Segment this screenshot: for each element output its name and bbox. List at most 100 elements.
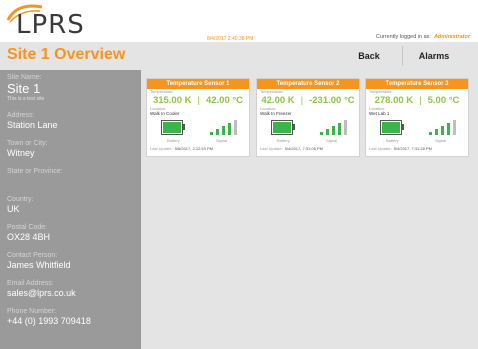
signal-strength-icon — [320, 120, 347, 135]
signal-strength-icon — [429, 120, 456, 135]
temperature-kelvin: 42.00 K — [261, 94, 295, 106]
signal-bar-5 — [453, 120, 456, 135]
contact-field: Contact Person: James Whitfield — [7, 252, 141, 271]
battery-caption: Battery — [277, 138, 290, 143]
sensor-card[interactable]: Temperature Sensor 2 Temperature: 42.00 … — [256, 78, 360, 157]
location-value: Walk In Cooler — [150, 111, 180, 116]
last-update-value: 5/8/2017, 2:12:53 PM — [174, 146, 213, 151]
last-update: Last Update: 5/8/2017, 2:12:53 PM — [147, 146, 249, 151]
temperature-readout: 315.00 K | 42.00 °C — [147, 94, 249, 106]
phone-label: Phone Number: — [7, 308, 57, 315]
battery-tip — [183, 124, 185, 130]
email-field: Email Address: sales@lprs.co.uk — [7, 280, 141, 299]
site-name-value: Site 1 — [7, 81, 41, 96]
site-description: This is a test site — [7, 96, 45, 102]
state-field: State or Province: — [7, 168, 141, 187]
last-update-label: Last Update: — [260, 146, 283, 151]
last-update-value: 5/4/2017, 7:31:06 PM — [284, 146, 323, 151]
sensor-card[interactable]: Temperature Sensor 1 Temperature: 315.00… — [146, 78, 250, 157]
signal-bar-2 — [216, 129, 219, 135]
postal-value: OX28 4BH — [7, 232, 51, 242]
battery-caption: Battery — [386, 138, 399, 143]
temperature-kelvin: 315.00 K — [152, 94, 192, 106]
status-icons — [147, 118, 249, 138]
last-update: Last Update: 5/4/2017, 7:31:06 PM — [257, 146, 359, 151]
current-user[interactable]: Administrator — [434, 34, 470, 40]
phone-value: +44 (0) 1993 709418 — [7, 316, 91, 326]
address-label: Address: — [7, 112, 35, 119]
battery-icon — [271, 120, 293, 135]
last-update: Last Update: 5/4/2017, 7:31:28 PM — [366, 146, 468, 151]
signal-bar-1 — [320, 132, 323, 135]
signal-strength-icon — [210, 120, 237, 135]
signal-caption: Signal — [326, 138, 338, 143]
login-status: Currently logged in as: Administrator — [376, 34, 470, 40]
signal-bar-2 — [435, 129, 438, 135]
email-label: Email Address: — [7, 280, 54, 287]
status-captions: Battery Signal — [366, 138, 468, 144]
address-field: Address: Station Lane — [7, 112, 141, 131]
login-status-label: Currently logged in as: — [375, 34, 431, 40]
location-value: Wet Lab 1 — [369, 111, 390, 116]
sensor-title: Temperature Sensor 1 — [147, 79, 249, 89]
last-update-label: Last Update: — [150, 146, 173, 151]
signal-bar-4 — [338, 123, 341, 135]
sensor-title: Temperature Sensor 2 — [257, 79, 359, 89]
title-bar: Site 1 Overview Back Alarms — [0, 42, 478, 70]
signal-bar-3 — [332, 126, 335, 135]
temperature-readout: 278.00 K | 5.00 °C — [366, 94, 468, 106]
lprs-logo: LPRS — [6, 4, 96, 40]
nav-divider — [402, 46, 403, 66]
site-name-field: Site Name: Site 1 This is a test site — [7, 74, 141, 103]
signal-bar-2 — [326, 129, 329, 135]
signal-bar-5 — [234, 120, 237, 135]
contact-value: James Whitfield — [7, 260, 71, 270]
last-update-value: 5/4/2017, 7:31:28 PM — [393, 146, 432, 151]
phone-field: Phone Number: +44 (0) 1993 709418 — [7, 308, 141, 327]
temperature-separator: | — [197, 94, 200, 106]
location-value: Walk In Freezer — [260, 111, 292, 116]
sensor-card[interactable]: Temperature Sensor 3 Temperature: 278.00… — [365, 78, 469, 157]
battery-level-fill — [163, 122, 181, 133]
battery-icon — [380, 120, 402, 135]
site-details-panel: Site Name: Site 1 This is a test site Ad… — [0, 70, 141, 349]
country-label: Country: — [7, 196, 34, 203]
battery-tip — [293, 124, 295, 130]
signal-bar-5 — [344, 120, 347, 135]
battery-level-fill — [382, 122, 400, 133]
battery-level-fill — [273, 122, 291, 133]
temperature-readout: 42.00 K | -231.00 °C — [257, 94, 359, 106]
temperature-celsius: -231.00 °C — [309, 94, 355, 106]
signal-bar-4 — [447, 123, 450, 135]
town-field: Town or City: Witney — [7, 140, 141, 159]
battery-icon — [161, 120, 183, 135]
town-value: Witney — [7, 148, 35, 158]
alarms-button[interactable]: Alarms — [406, 42, 462, 70]
last-update-label: Last Update: — [369, 146, 392, 151]
battery-caption: Battery — [167, 138, 180, 143]
temperature-separator: | — [300, 94, 304, 106]
battery-tip — [402, 124, 404, 130]
back-button[interactable]: Back — [346, 42, 392, 70]
temperature-celsius: 42.00 °C — [205, 94, 244, 106]
signal-bar-3 — [441, 126, 444, 135]
status-icons — [257, 118, 359, 138]
country-field: Country: UK — [7, 196, 141, 215]
town-label: Town or City: — [7, 140, 48, 147]
sensor-title: Temperature Sensor 3 — [366, 79, 468, 89]
status-captions: Battery Signal — [147, 138, 249, 144]
temperature-separator: | — [419, 94, 422, 106]
status-captions: Battery Signal — [257, 138, 359, 144]
status-icons — [366, 118, 468, 138]
signal-bar-1 — [429, 132, 432, 135]
temperature-celsius: 5.00 °C — [427, 94, 460, 106]
postal-field: Postal Code: OX28 4BH — [7, 224, 141, 243]
address-value: Station Lane — [7, 120, 58, 130]
signal-bar-4 — [228, 123, 231, 135]
signal-caption: Signal — [435, 138, 447, 143]
sensor-panel: Temperature Sensor 1 Temperature: 315.00… — [141, 70, 478, 349]
postal-label: Postal Code: — [7, 224, 48, 231]
state-value — [7, 176, 141, 187]
signal-caption: Signal — [216, 138, 228, 143]
page-title: Site 1 Overview — [7, 46, 126, 63]
